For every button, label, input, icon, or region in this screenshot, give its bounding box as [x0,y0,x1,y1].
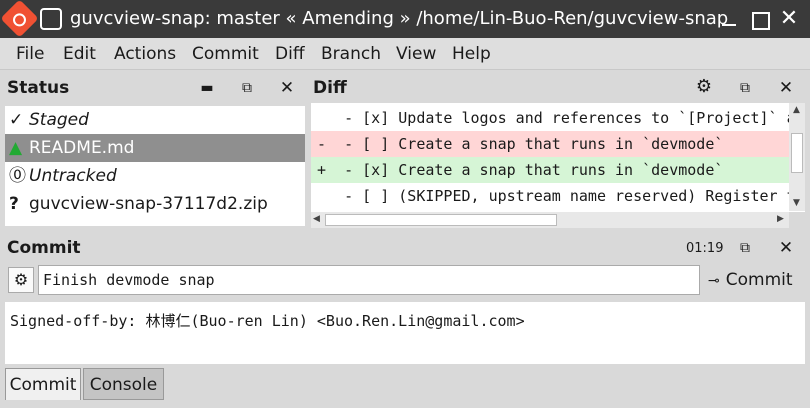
file-name: guvcview-snap-37117d2.zip [29,194,268,214]
diff-prefix: - [317,135,327,153]
diff-text: - [ ] (SKIPPED, upstream name reserved) … [326,187,805,205]
commit-button[interactable]: ⊸ Commit [708,266,804,294]
minimize-button[interactable] [716,6,742,32]
diff-view[interactable]: - [x] Update logos and references to `[P… [311,103,805,212]
menu-view[interactable]: View [396,44,436,64]
diff-prefix: + [317,161,327,179]
commit-message-textarea[interactable]: Signed-off-by: 林博仁(Buo-ren Lin) <Buo.Ren… [5,302,805,364]
close-panel-icon[interactable]: ✕ [776,238,796,258]
close-panel-icon[interactable]: ✕ [277,78,297,98]
diff-context-line: - [ ] (SKIPPED, upstream name reserved) … [311,183,805,209]
diff-vertical-scrollbar[interactable]: ▲ ▼ [789,103,805,211]
float-panel-icon[interactable]: ⧉ [735,238,755,258]
file-name: README.md [29,138,135,158]
status-panel-title: Status [7,78,70,98]
status-file-item[interactable]: ▲ README.md [5,134,305,162]
menu-actions[interactable]: Actions [114,44,176,64]
scroll-down-icon[interactable]: ▼ [793,198,800,208]
close-window-button[interactable]: ✕ [776,6,802,32]
diff-text: - [x] Update logos and references to `[P… [326,109,805,127]
check-icon: ✓ [9,110,24,130]
window-title: guvcview-snap: master « Amending » /home… [70,8,729,29]
scrollbar-thumb[interactable] [791,133,803,173]
status-group-label: Untracked [29,166,117,186]
diff-removed-line: - - [ ] Create a snap that runs in `devm… [311,131,791,157]
tab-commit[interactable]: Commit [5,368,81,400]
untracked-icon: ⓪ [9,166,26,186]
menu-diff[interactable]: Diff [275,44,305,64]
question-icon: ? [9,194,19,214]
tab-console[interactable]: Console [83,368,164,400]
diff-text: - [x] Create a snap that runs in `devmod… [326,161,724,179]
diff-added-line: + - [x] Create a snap that runs in `devm… [311,157,791,183]
menu-help[interactable]: Help [452,44,491,64]
close-panel-icon[interactable]: ✕ [776,78,796,98]
window-menu-icon[interactable] [40,8,62,30]
float-panel-icon[interactable]: ⧉ [237,78,257,98]
menu-commit[interactable]: Commit [192,44,259,64]
commit-node-icon: ⊸ [708,273,720,289]
diff-text: - [ ] Create a snap that runs in `devmod… [326,135,724,153]
diff-context-line: - [x] Update logos and references to `[P… [311,105,805,131]
title-bar: guvcview-snap: master « Amending » /home… [0,0,810,38]
status-list: ✓ Staged ▲ README.md ⓪ Untracked ? guvcview-… [5,106,305,226]
status-file-item[interactable]: ? guvcview-snap-37117d2.zip [5,190,305,218]
diff-panel-title: Diff [313,78,347,98]
options-icon[interactable]: ▬ [197,78,217,98]
commit-timer: 01:19 [686,241,724,256]
menu-bar: File Edit Actions Commit Diff Branch Vie… [0,38,810,70]
commit-options-gear-icon[interactable]: ⚙ [8,267,34,293]
scroll-left-icon[interactable]: ◀ [313,214,320,224]
diff-prefix [317,187,326,205]
menu-branch[interactable]: Branch [321,44,381,64]
status-group-untracked[interactable]: ⓪ Untracked [5,162,305,190]
status-group-staged[interactable]: ✓ Staged [5,106,305,134]
commit-button-label: Commit [725,270,793,290]
modified-triangle-icon: ▲ [9,138,23,158]
scroll-right-icon[interactable]: ▶ [777,214,784,224]
menu-edit[interactable]: Edit [63,44,96,64]
scrollbar-thumb[interactable] [325,214,557,226]
menu-file[interactable]: File [16,44,44,64]
diff-prefix [317,109,326,127]
scroll-up-icon[interactable]: ▲ [793,105,800,115]
maximize-button[interactable] [746,6,772,32]
diff-horizontal-scrollbar[interactable]: ◀ ▶ [311,212,789,228]
git-app-icon [0,0,39,38]
commit-summary-input[interactable]: Finish devmode snap [38,265,700,295]
commit-panel-title: Commit [7,238,81,258]
float-panel-icon[interactable]: ⧉ [735,78,755,98]
gear-icon[interactable]: ⚙ [694,77,714,97]
status-group-label: Staged [29,110,89,130]
